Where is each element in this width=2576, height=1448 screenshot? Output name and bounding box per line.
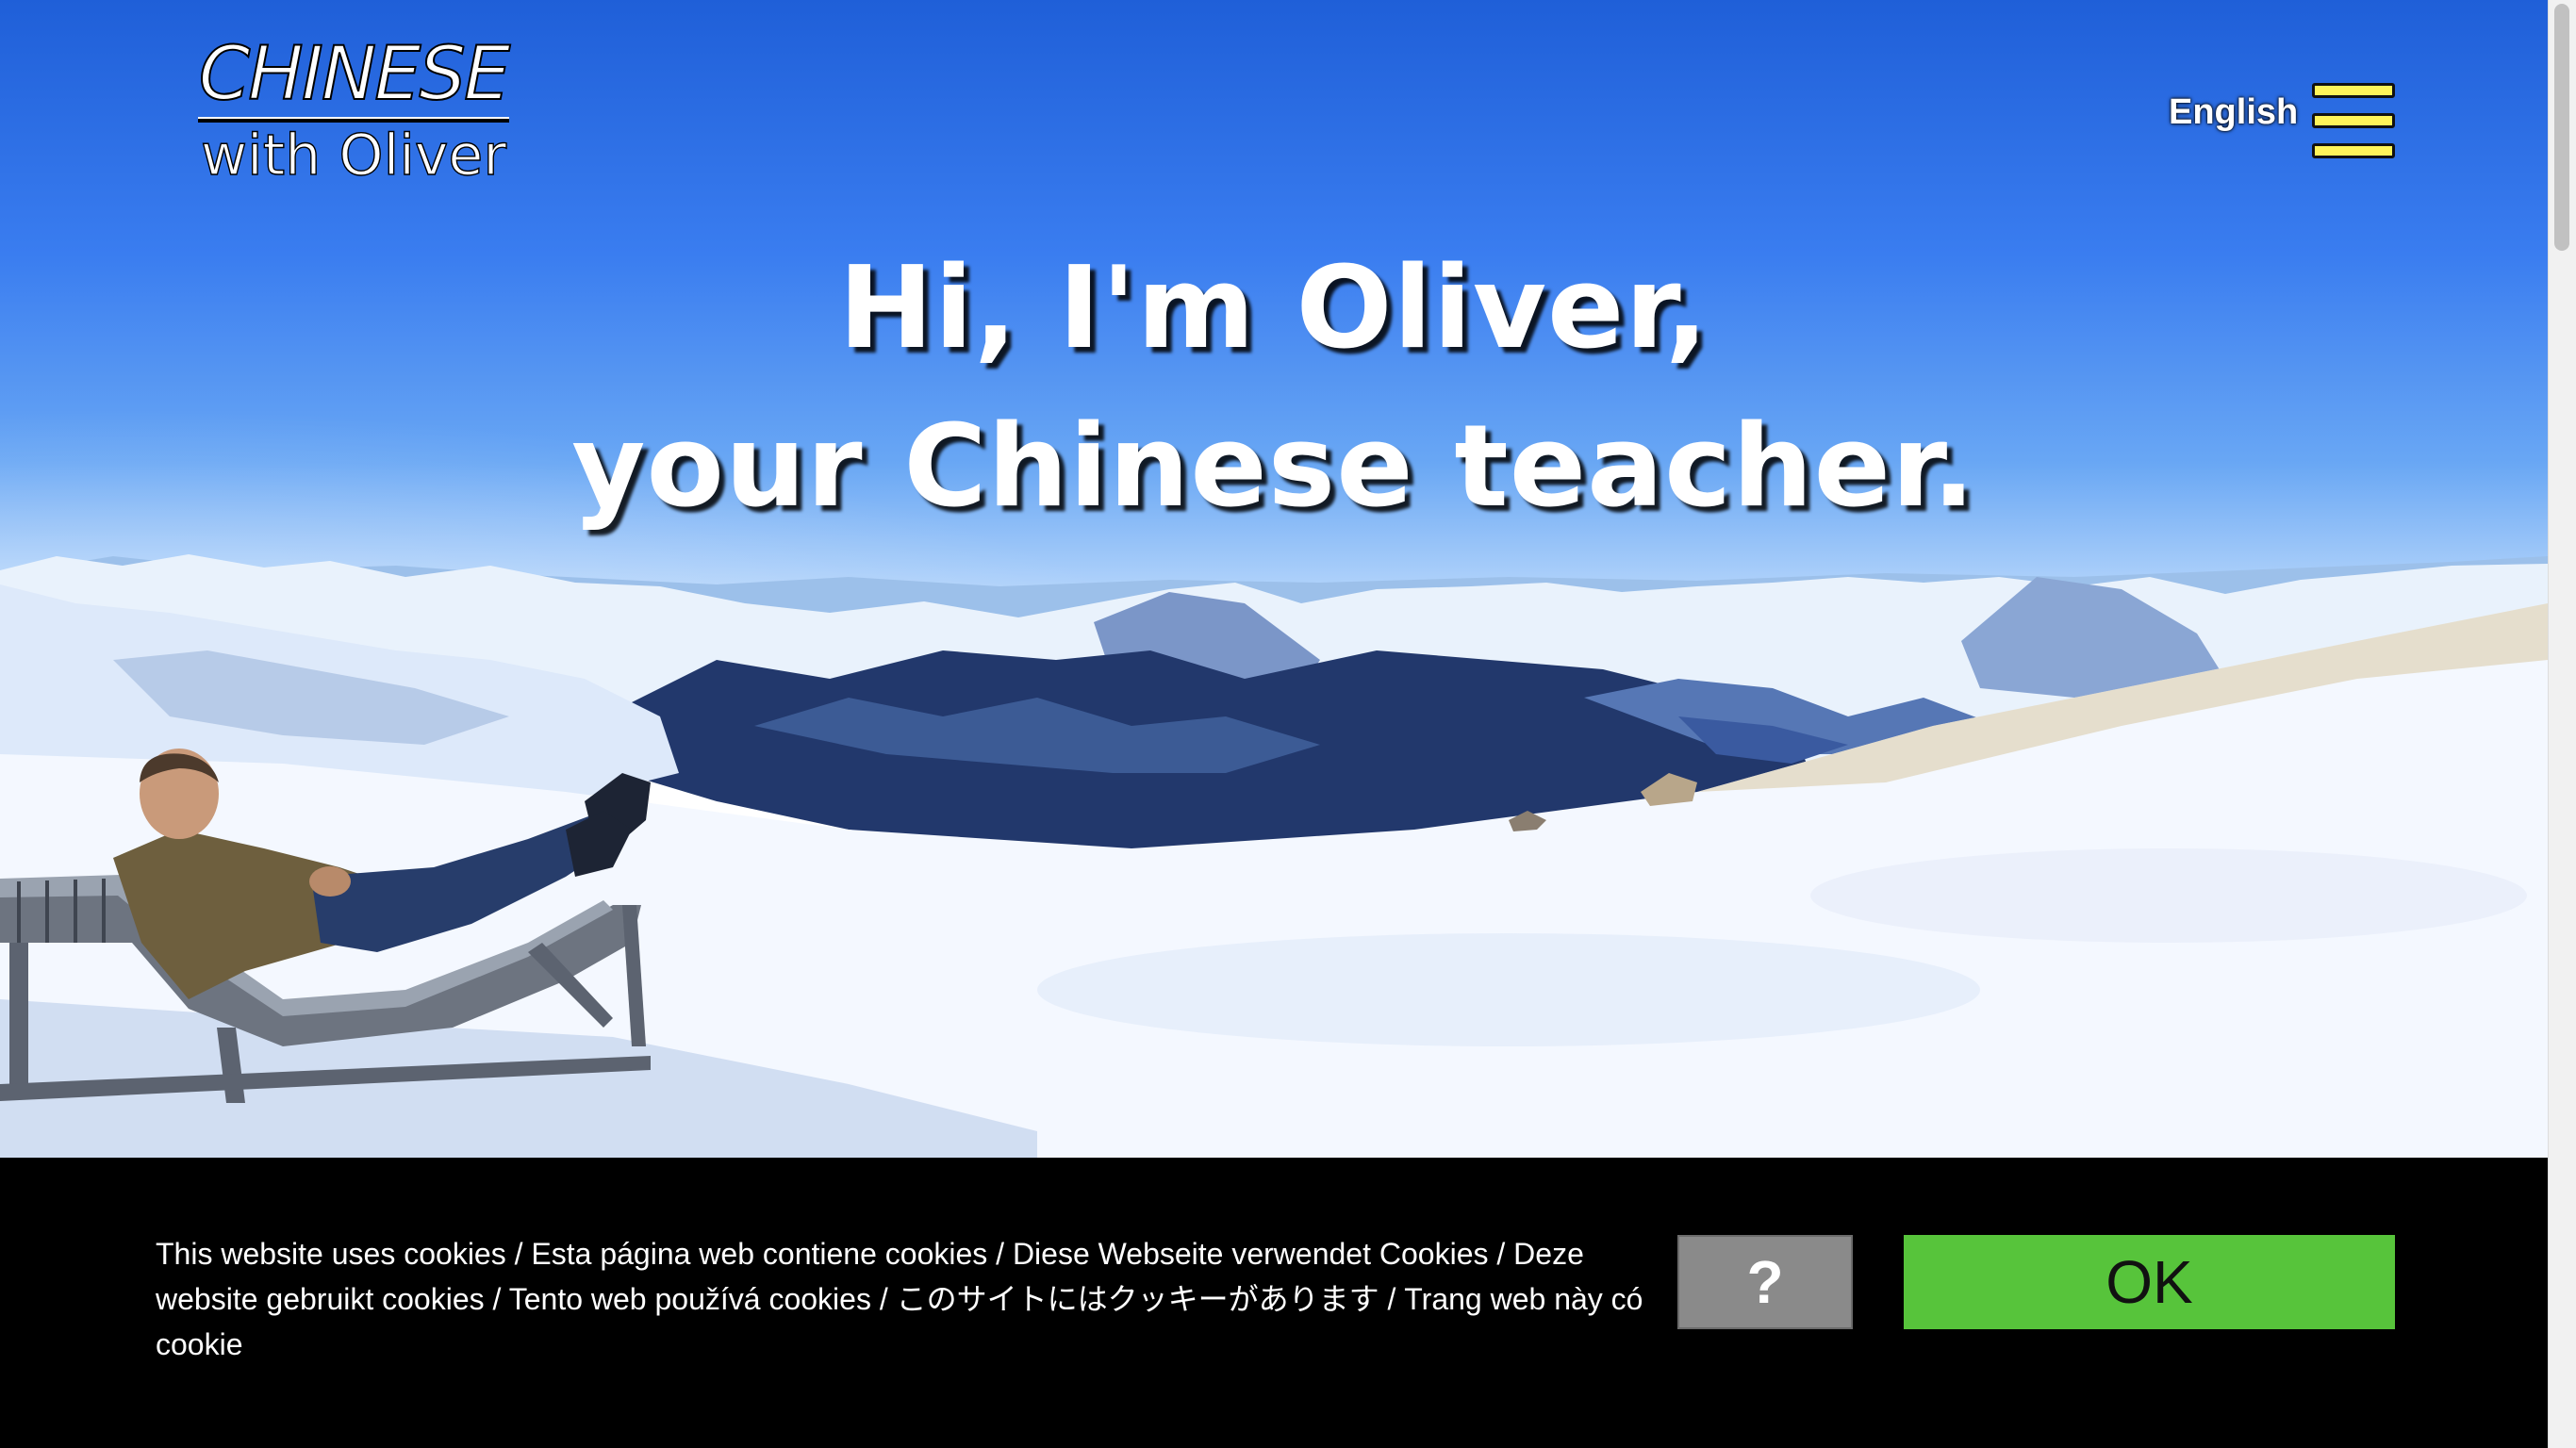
- language-selector[interactable]: English: [2169, 92, 2298, 133]
- hero-banner: CHINESE with Oliver English Hi, I'm Oliv…: [0, 0, 2548, 1158]
- cookie-message: This website uses cookies / Esta página …: [156, 1237, 1643, 1361]
- logo-title: CHINESE: [198, 32, 512, 117]
- hero-headline-line-2: your Chinese teacher.: [571, 402, 1976, 533]
- cookie-banner: This website uses cookies / Esta página …: [0, 1158, 2548, 1448]
- menu-bar-top: [2312, 83, 2395, 98]
- page: CHINESE with Oliver English Hi, I'm Oliv…: [0, 0, 2576, 1448]
- cookie-help-button[interactable]: ?: [1677, 1235, 1853, 1329]
- site-logo[interactable]: CHINESE with Oliver: [198, 32, 512, 189]
- vertical-scrollbar[interactable]: [2548, 0, 2576, 1448]
- hamburger-menu-icon[interactable]: [2312, 83, 2399, 160]
- logo-subtitle: with Oliver: [200, 123, 507, 189]
- cookie-ok-button[interactable]: OK: [1904, 1235, 2395, 1329]
- menu-bar-bottom: [2312, 143, 2395, 158]
- menu-bar-middle: [2312, 113, 2395, 128]
- hero-headline-line-1: Hi, I'm Oliver,: [838, 243, 1709, 374]
- scrollbar-thumb[interactable]: [2554, 4, 2569, 251]
